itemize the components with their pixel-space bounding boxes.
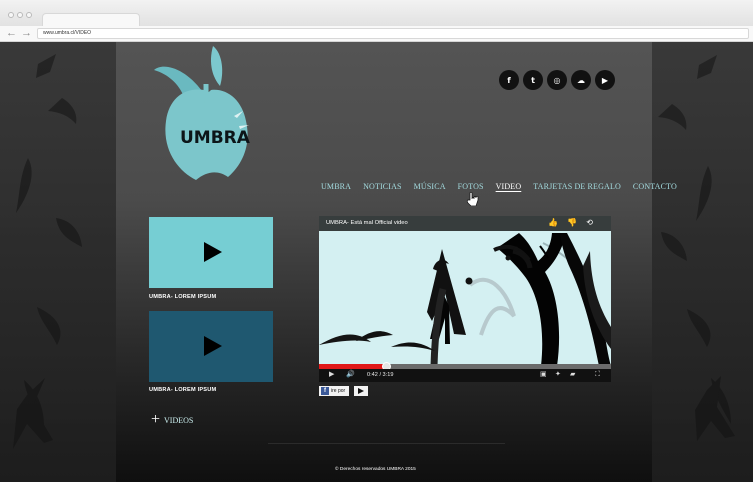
nav-musica[interactable]: MÚSICA [414, 182, 446, 191]
video-caption-2[interactable]: UMBRA- LOREM IPSUM [149, 387, 216, 393]
main-content: UMBRA f t ◎ ☁ ▶ UMBRA NOTICIAS MÚSICA FO… [116, 42, 677, 482]
footer-divider [268, 443, 505, 444]
youtube-play-icon [358, 388, 364, 394]
left-background-panel [0, 42, 116, 482]
right-tree-silhouettes [658, 55, 735, 441]
social-links: f t ◎ ☁ ▶ [499, 70, 615, 90]
share-icon[interactable]: ⟲ [586, 219, 593, 227]
video-caption-1[interactable]: UMBRA- LOREM IPSUM [149, 294, 216, 300]
more-videos-link[interactable]: + VIDEOS [151, 411, 194, 428]
umbra-logo-text: UMBRA [180, 128, 250, 148]
umbra-apple-logo[interactable] [150, 44, 265, 184]
right-background-panel [637, 42, 753, 482]
play-button-icon[interactable]: ▶ [329, 371, 334, 379]
volume-icon[interactable]: 🔊 [346, 371, 355, 379]
browser-tab[interactable] [42, 13, 140, 26]
browser-toolbar: ← → www.umbra.cl/VIDEO [0, 26, 753, 42]
thumbs-down-icon[interactable]: 👎 [567, 219, 577, 227]
minimize-window-icon[interactable] [17, 12, 23, 18]
youtube-logo-icon[interactable]: ▰ [570, 371, 575, 379]
more-videos-label: VIDEOS [164, 415, 194, 425]
title-bar [0, 0, 753, 26]
address-bar[interactable]: www.umbra.cl/VIDEO [37, 28, 749, 39]
web-page: UMBRA f t ◎ ☁ ▶ UMBRA NOTICIAS MÚSICA FO… [0, 42, 753, 482]
video-thumbnail-1[interactable] [149, 217, 273, 288]
soundcloud-icon[interactable]: ☁ [571, 70, 591, 90]
video-thumbnail-2[interactable] [149, 311, 273, 382]
video-frame-image [319, 231, 611, 366]
video-title-bar: UMBRA- Está mal Official video 👍 👎 ⟲ [319, 216, 611, 231]
play-icon[interactable] [204, 242, 222, 262]
youtube-icon[interactable]: ▶ [595, 70, 615, 90]
video-time: 0:42 / 3:19 [367, 372, 394, 378]
nav-fotos[interactable]: FOTOS [458, 182, 484, 191]
nav-video[interactable]: VIDEO [496, 182, 522, 191]
instagram-icon[interactable]: ◎ [547, 70, 567, 90]
share-buttons: f ire por [319, 386, 368, 396]
back-arrow-icon[interactable]: ← [6, 27, 17, 39]
footer-copyright: © Derechos reservados UMBRA 2015 [335, 467, 416, 472]
thumbs-up-icon[interactable]: 👍 [548, 219, 558, 227]
settings-icon[interactable]: ✦ [555, 371, 561, 379]
video-actions: 👍 👎 ⟲ [548, 219, 593, 227]
hand-cursor-icon [466, 192, 479, 206]
nav-noticias[interactable]: NOTICIAS [363, 182, 402, 191]
left-tree-silhouettes [13, 54, 82, 449]
captions-icon[interactable]: ▣ [540, 371, 547, 379]
browser-window: ← → www.umbra.cl/VIDEO UMBRA f t ◎ ☁ ▶ U… [0, 0, 753, 482]
main-navigation: UMBRA NOTICIAS MÚSICA FOTOS VIDEO TARJET… [321, 182, 677, 191]
zoom-window-icon[interactable] [26, 12, 32, 18]
fullscreen-icon[interactable]: ⛶ [595, 371, 600, 379]
facebook-share-label: ire por [331, 388, 346, 394]
play-icon[interactable] [204, 336, 222, 356]
youtube-share-button[interactable] [354, 386, 368, 396]
plus-icon: + [151, 411, 161, 428]
twitter-icon[interactable]: t [523, 70, 543, 90]
close-window-icon[interactable] [8, 12, 14, 18]
nav-contacto[interactable]: CONTACTO [633, 182, 677, 191]
forward-arrow-icon[interactable]: → [21, 27, 32, 39]
facebook-icon[interactable]: f [499, 70, 519, 90]
nav-tarjetas-de-regalo[interactable]: TARJETAS DE REGALO [533, 182, 621, 191]
video-controls: ▶ 🔊 0:42 / 3:19 ▣ ✦ ▰ ⛶ [319, 369, 611, 382]
facebook-icon: f [321, 387, 329, 395]
facebook-share-button[interactable]: f ire por [319, 386, 349, 396]
nav-umbra[interactable]: UMBRA [321, 182, 351, 191]
video-player[interactable]: UMBRA- Está mal Official video 👍 👎 ⟲ ▶ 🔊… [319, 216, 611, 382]
video-title[interactable]: UMBRA- Está mal Official video [326, 220, 408, 226]
